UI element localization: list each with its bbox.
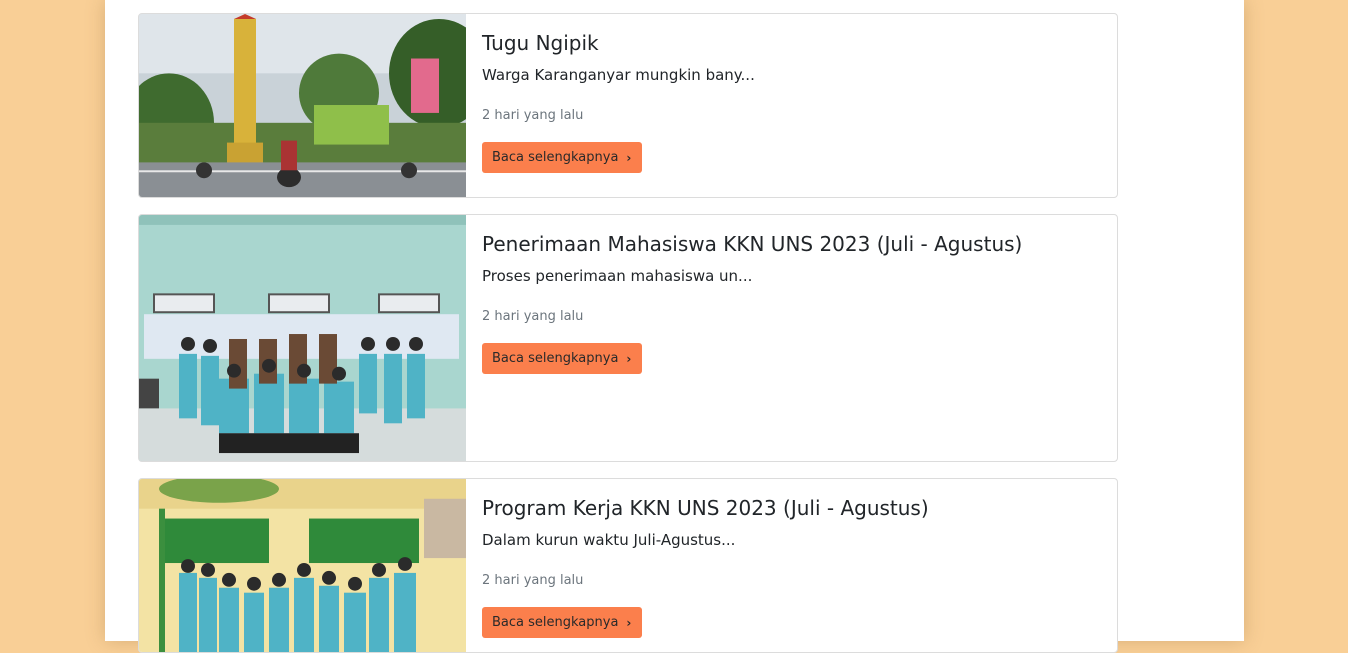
post-thumbnail-program-kerja[interactable] [139,479,466,652]
post-card: Tugu Ngipik Warga Karanganyar mungkin ba… [138,13,1118,198]
post-thumbnail-tugu-ngipik[interactable] [139,14,466,197]
chevron-right-icon: › [626,615,632,630]
post-excerpt: Proses penerimaan mahasiswa un... [482,267,753,285]
chevron-right-icon: › [626,351,632,366]
post-excerpt: Warga Karanganyar mungkin bany... [482,66,755,84]
post-timestamp: 2 hari yang lalu [482,108,584,123]
post-title[interactable]: Penerimaan Mahasiswa KKN UNS 2023 (Juli … [482,232,1022,256]
content-panel: Tugu Ngipik Warga Karanganyar mungkin ba… [105,0,1244,653]
post-card: Program Kerja KKN UNS 2023 (Juli - Agust… [138,478,1118,653]
read-more-label: Baca selengkapnya [492,351,619,366]
post-title[interactable]: Tugu Ngipik [482,31,599,55]
read-more-button[interactable]: Baca selengkapnya › [482,343,643,374]
read-more-button[interactable]: Baca selengkapnya › [482,607,643,638]
post-timestamp: 2 hari yang lalu [482,309,584,324]
chevron-right-icon: › [626,150,632,165]
post-timestamp: 2 hari yang lalu [482,573,584,588]
read-more-label: Baca selengkapnya [492,615,619,630]
read-more-label: Baca selengkapnya [492,150,619,165]
post-card: Penerimaan Mahasiswa KKN UNS 2023 (Juli … [138,214,1118,462]
post-title[interactable]: Program Kerja KKN UNS 2023 (Juli - Agust… [482,496,929,520]
post-thumbnail-penerimaan[interactable] [139,215,466,461]
read-more-button[interactable]: Baca selengkapnya › [482,142,643,173]
post-excerpt: Dalam kurun waktu Juli-Agustus... [482,531,736,549]
